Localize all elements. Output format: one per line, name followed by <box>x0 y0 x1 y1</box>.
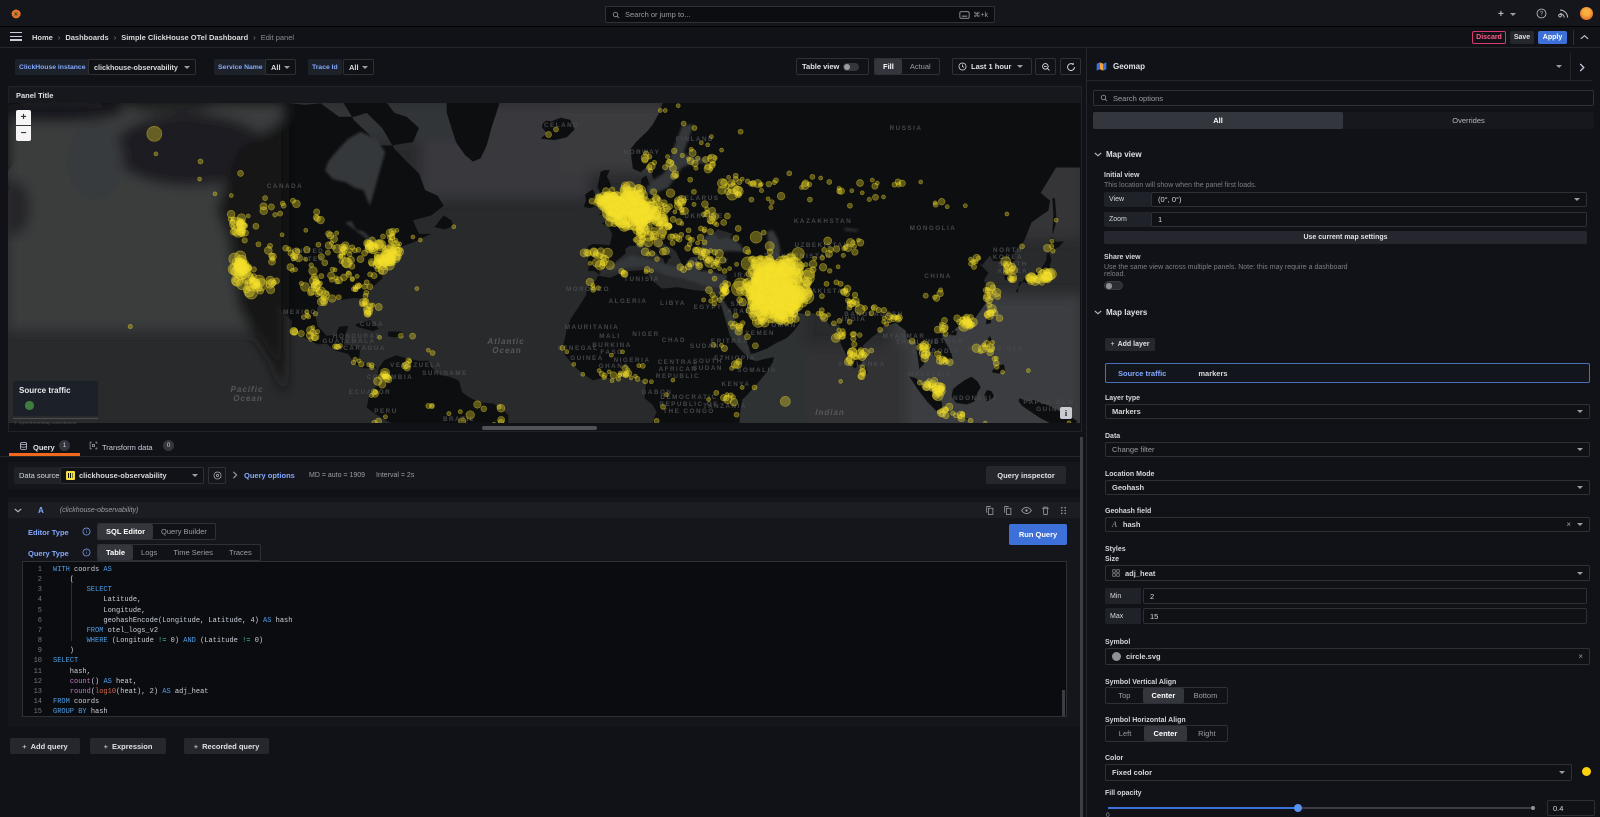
svg-text:MONGOLIA: MONGOLIA <box>910 225 957 232</box>
svg-text:AFRICAN: AFRICAN <box>659 366 698 373</box>
svg-text:TANZANIA: TANZANIA <box>703 403 747 410</box>
svg-text:NORTH: NORTH <box>993 247 1023 254</box>
svg-text:MALI: MALI <box>599 333 620 340</box>
svg-text:CENTRAL: CENTRAL <box>658 359 699 366</box>
svg-text:Atlantic: Atlantic <box>486 337 524 346</box>
svg-text:EGYPT: EGYPT <box>694 304 723 311</box>
svg-text:GUINEA: GUINEA <box>570 355 604 362</box>
svg-text:NIGER: NIGER <box>632 331 659 338</box>
svg-text:Ocean: Ocean <box>492 346 521 355</box>
svg-text:KAZAKHSTAN: KAZAKHSTAN <box>794 218 852 225</box>
svg-text:MEXICO: MEXICO <box>283 309 317 316</box>
svg-text:SURINAME: SURINAME <box>422 370 468 377</box>
svg-text:Pacific: Pacific <box>231 385 264 394</box>
svg-text:VIETNAM: VIETNAM <box>926 338 965 345</box>
svg-text:SUDAN: SUDAN <box>693 365 723 372</box>
svg-text:LIBYA: LIBYA <box>660 300 686 307</box>
svg-text:ALGERIA: ALGERIA <box>609 298 648 305</box>
svg-text:RUSSIA: RUSSIA <box>890 125 923 132</box>
svg-text:VENEZUELA: VENEZUELA <box>390 362 442 369</box>
svg-text:i: i <box>86 550 87 556</box>
svg-text:TUNISIA: TUNISIA <box>624 276 660 283</box>
svg-text:SOMALIA: SOMALIA <box>737 367 777 374</box>
svg-text:HONDURAS: HONDURAS <box>333 333 381 340</box>
svg-text:i: i <box>86 529 87 535</box>
svg-text:MAURITANIA: MAURITANIA <box>565 324 619 331</box>
svg-text:UZBEKISTAN: UZBEKISTAN <box>794 242 849 249</box>
svg-text:MOROCCO: MOROCCO <box>566 286 610 293</box>
svg-text:ICELAND: ICELAND <box>541 122 580 129</box>
svg-text:KENYA: KENYA <box>722 381 751 388</box>
svg-text:CHAD: CHAD <box>662 337 686 344</box>
svg-text:Indian: Indian <box>815 408 845 417</box>
svg-text:REPUBLIC: REPUBLIC <box>656 373 700 380</box>
svg-text:?: ? <box>1540 11 1544 18</box>
svg-text:FINLAND: FINLAND <box>676 136 714 143</box>
svg-text:MALAYSIA: MALAYSIA <box>908 371 952 378</box>
svg-text:PAPUA NEW: PAPUA NEW <box>1023 399 1074 406</box>
svg-text:CUBA: CUBA <box>360 321 384 328</box>
svg-text:PERU: PERU <box>374 408 398 415</box>
svg-text:Ocean: Ocean <box>233 394 262 403</box>
svg-text:CHINA: CHINA <box>924 273 951 280</box>
svg-text:ERITREA: ERITREA <box>711 338 749 345</box>
svg-text:NORWAY: NORWAY <box>624 149 661 156</box>
svg-text:CANADA: CANADA <box>267 183 303 190</box>
svg-text:INDONESIA: INDONESIA <box>950 395 999 402</box>
